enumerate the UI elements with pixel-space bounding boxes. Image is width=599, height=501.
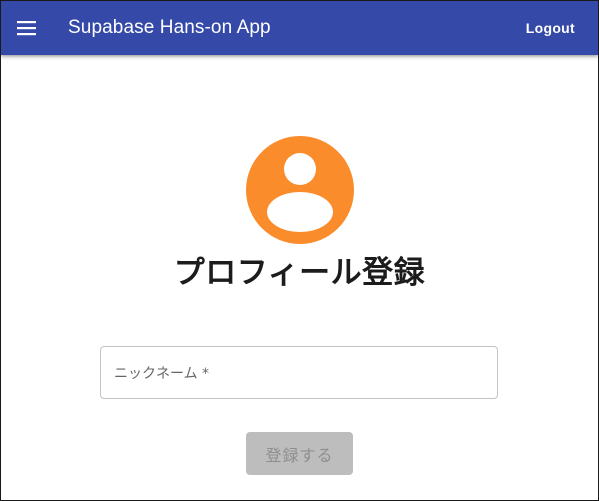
app-title: Supabase Hans-on App	[68, 17, 271, 38]
menu-button[interactable]	[11, 12, 43, 44]
app-frame: Supabase Hans-on App Logout プロフィール登録 ニック…	[0, 0, 599, 501]
register-button[interactable]: 登録する	[246, 432, 353, 475]
page-title: プロフィール登録	[173, 255, 426, 291]
menu-icon	[17, 21, 36, 36]
account-circle-icon	[246, 136, 354, 244]
nickname-input[interactable]	[101, 347, 497, 398]
app-bar: Supabase Hans-on App Logout	[1, 1, 598, 55]
nickname-field: ニックネーム *	[100, 346, 498, 399]
logout-button[interactable]: Logout	[516, 12, 585, 44]
